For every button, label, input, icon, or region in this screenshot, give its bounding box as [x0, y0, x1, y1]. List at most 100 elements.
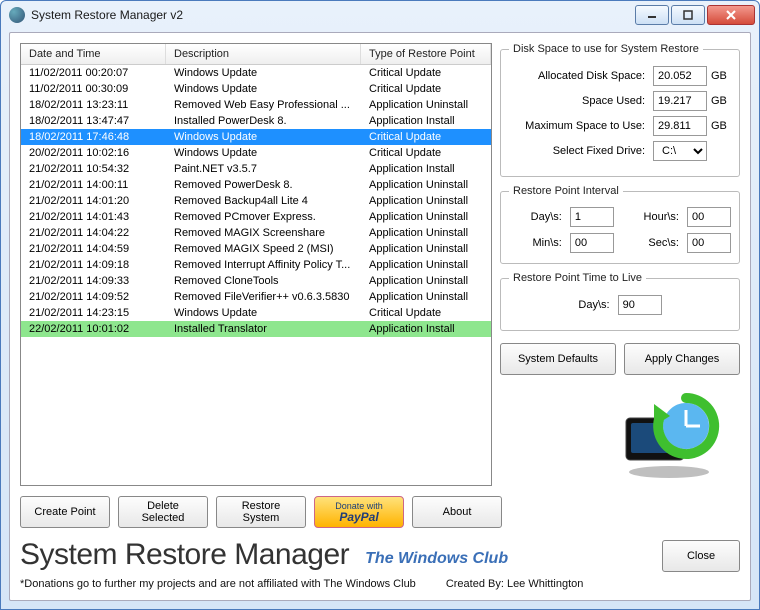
cell-desc: Windows Update — [166, 82, 361, 96]
table-row[interactable]: 18/02/2011 17:46:48Windows UpdateCritica… — [21, 129, 491, 145]
interval-legend: Restore Point Interval — [509, 185, 623, 197]
about-button[interactable]: About — [412, 496, 502, 528]
cell-date: 18/02/2011 13:23:11 — [21, 98, 166, 112]
disk-space-group: Disk Space to use for System Restore All… — [500, 43, 740, 177]
donation-note: *Donations go to further my projects and… — [20, 578, 416, 590]
titlebar[interactable]: System Restore Manager v2 — [1, 1, 759, 29]
alloc-input[interactable] — [653, 66, 707, 86]
bottom-button-bar: Create Point Delete Selected Restore Sys… — [20, 496, 740, 528]
cell-date: 18/02/2011 13:47:47 — [21, 114, 166, 128]
table-row[interactable]: 11/02/2011 00:30:09Windows UpdateCritica… — [21, 81, 491, 97]
app-name-logo: System Restore Manager — [20, 538, 349, 572]
cell-type: Application Uninstall — [361, 194, 491, 208]
drive-select[interactable]: C:\ — [653, 141, 707, 161]
cell-type: Critical Update — [361, 82, 491, 96]
days-label: Day\s: — [509, 211, 562, 223]
cell-type: Critical Update — [361, 130, 491, 144]
ttl-days-input[interactable] — [618, 295, 662, 315]
table-row[interactable]: 21/02/2011 14:09:52Removed FileVerifier+… — [21, 289, 491, 305]
table-row[interactable]: 22/02/2011 10:01:02Installed TranslatorA… — [21, 321, 491, 337]
cell-type: Application Install — [361, 322, 491, 336]
cell-desc: Installed PowerDesk 8. — [166, 114, 361, 128]
table-row[interactable]: 11/02/2011 00:20:07Windows UpdateCritica… — [21, 65, 491, 81]
table-row[interactable]: 18/02/2011 13:47:47Installed PowerDesk 8… — [21, 113, 491, 129]
cell-desc: Removed Backup4all Lite 4 — [166, 194, 361, 208]
cell-desc: Windows Update — [166, 130, 361, 144]
delete-selected-button[interactable]: Delete Selected — [118, 496, 208, 528]
used-input[interactable] — [653, 91, 707, 111]
ttl-legend: Restore Point Time to Live — [509, 272, 646, 284]
table-row[interactable]: 18/02/2011 13:23:11Removed Web Easy Prof… — [21, 97, 491, 113]
days-input[interactable] — [570, 207, 614, 227]
used-label: Space Used: — [509, 95, 649, 107]
table-row[interactable]: 21/02/2011 14:01:20Removed Backup4all Li… — [21, 193, 491, 209]
col-date[interactable]: Date and Time — [21, 44, 166, 64]
table-body[interactable]: 11/02/2011 00:20:07Windows UpdateCritica… — [21, 65, 491, 485]
cell-type: Application Uninstall — [361, 274, 491, 288]
used-unit: GB — [711, 95, 731, 107]
col-desc[interactable]: Description — [166, 44, 361, 64]
cell-type: Application Uninstall — [361, 258, 491, 272]
donate-button[interactable]: Donate with PayPal — [314, 496, 404, 528]
hours-label: Hour\s: — [622, 211, 679, 223]
drive-label: Select Fixed Drive: — [509, 145, 649, 157]
max-label: Maximum Space to Use: — [509, 120, 649, 132]
cell-date: 22/02/2011 10:01:02 — [21, 322, 166, 336]
cell-date: 21/02/2011 14:01:43 — [21, 210, 166, 224]
table-row[interactable]: 21/02/2011 10:54:32Paint.NET v3.5.7Appli… — [21, 161, 491, 177]
cell-date: 21/02/2011 14:04:22 — [21, 226, 166, 240]
cell-date: 21/02/2011 14:04:59 — [21, 242, 166, 256]
apply-changes-button[interactable]: Apply Changes — [624, 343, 740, 375]
cell-desc: Removed MAGIX Speed 2 (MSI) — [166, 242, 361, 256]
table-row[interactable]: 21/02/2011 14:09:18Removed Interrupt Aff… — [21, 257, 491, 273]
minimize-button[interactable] — [635, 5, 669, 25]
created-by: Created By: Lee Whittington — [446, 578, 584, 590]
cell-type: Application Uninstall — [361, 178, 491, 192]
content-panel: Date and Time Description Type of Restor… — [9, 32, 751, 601]
brand-sub: The Windows Club — [365, 550, 508, 568]
cell-type: Critical Update — [361, 146, 491, 160]
table-row[interactable]: 21/02/2011 14:04:22Removed MAGIX Screens… — [21, 225, 491, 241]
table-row[interactable]: 21/02/2011 14:09:33Removed CloneToolsApp… — [21, 273, 491, 289]
ttl-group: Restore Point Time to Live Day\s: — [500, 272, 740, 331]
ttl-days-label: Day\s: — [578, 299, 613, 311]
cell-date: 21/02/2011 14:23:15 — [21, 306, 166, 320]
system-defaults-button[interactable]: System Defaults — [500, 343, 616, 375]
col-type[interactable]: Type of Restore Point — [361, 44, 491, 64]
maximize-button[interactable] — [671, 5, 705, 25]
cell-type: Critical Update — [361, 306, 491, 320]
cell-date: 21/02/2011 14:00:11 — [21, 178, 166, 192]
cell-date: 18/02/2011 17:46:48 — [21, 130, 166, 144]
table-row[interactable]: 21/02/2011 14:04:59Removed MAGIX Speed 2… — [21, 241, 491, 257]
cell-desc: Removed PowerDesk 8. — [166, 178, 361, 192]
cell-desc: Removed FileVerifier++ v0.6.3.5830 — [166, 290, 361, 304]
table-row[interactable]: 20/02/2011 10:02:16Windows UpdateCritica… — [21, 145, 491, 161]
cell-desc: Removed MAGIX Screenshare — [166, 226, 361, 240]
table-row[interactable]: 21/02/2011 14:23:15Windows UpdateCritica… — [21, 305, 491, 321]
secs-label: Sec\s: — [622, 237, 679, 249]
cell-date: 21/02/2011 14:01:20 — [21, 194, 166, 208]
cell-type: Application Uninstall — [361, 242, 491, 256]
close-window-button[interactable] — [707, 5, 755, 25]
disk-space-legend: Disk Space to use for System Restore — [509, 43, 703, 55]
secs-input[interactable] — [687, 233, 731, 253]
table-row[interactable]: 21/02/2011 14:01:43Removed PCmover Expre… — [21, 209, 491, 225]
restore-system-button[interactable]: Restore System — [216, 496, 306, 528]
cell-type: Application Install — [361, 114, 491, 128]
cell-type: Application Uninstall — [361, 290, 491, 304]
create-point-button[interactable]: Create Point — [20, 496, 110, 528]
cell-desc: Removed CloneTools — [166, 274, 361, 288]
mins-input[interactable] — [570, 233, 614, 253]
restore-illustration-icon — [614, 390, 724, 480]
max-input[interactable] — [653, 116, 707, 136]
hours-input[interactable] — [687, 207, 731, 227]
cell-date: 11/02/2011 00:30:09 — [21, 82, 166, 96]
close-button[interactable]: Close — [662, 540, 740, 572]
cell-type: Application Uninstall — [361, 210, 491, 224]
cell-desc: Paint.NET v3.5.7 — [166, 162, 361, 176]
paypal-logo: PayPal — [339, 511, 378, 523]
max-unit: GB — [711, 120, 731, 132]
restore-points-table[interactable]: Date and Time Description Type of Restor… — [20, 43, 492, 486]
table-row[interactable]: 21/02/2011 14:00:11Removed PowerDesk 8.A… — [21, 177, 491, 193]
app-icon — [9, 7, 25, 23]
